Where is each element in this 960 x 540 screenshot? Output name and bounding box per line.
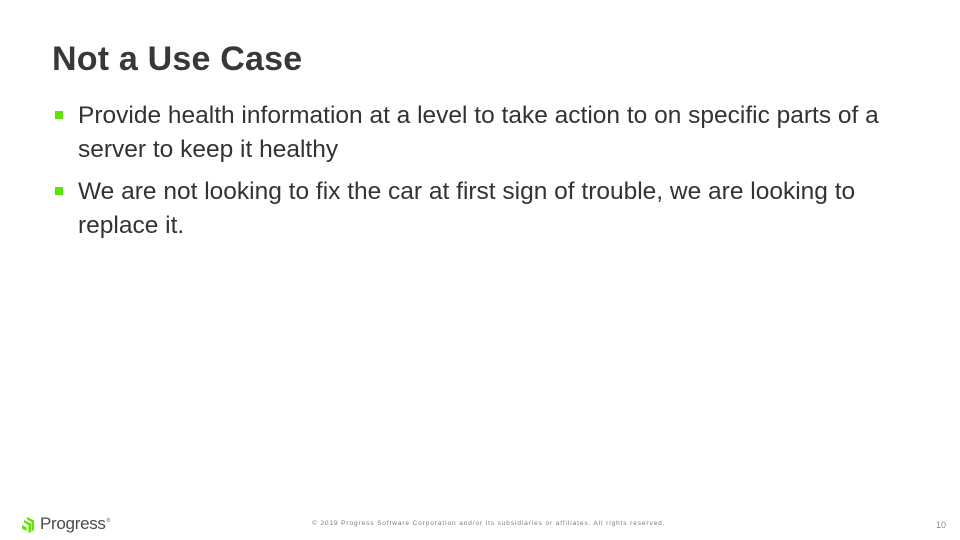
bullet-text: Provide health information at a level to…	[78, 102, 879, 163]
logo-text: Progress	[40, 514, 106, 533]
square-bullet-icon	[55, 187, 63, 195]
progress-logo-icon	[22, 517, 34, 533]
page-number: 10	[935, 520, 946, 530]
bullet-item: Provide health information at a level to…	[52, 99, 912, 167]
bullet-item: We are not looking to fix the car at fir…	[52, 175, 912, 243]
bullet-list: Provide health information at a level to…	[52, 99, 912, 251]
progress-logo: Progress ®	[22, 512, 110, 536]
bullet-text: We are not looking to fix the car at fir…	[78, 178, 856, 239]
copyright-text: © 2019 Progress Software Corporation and…	[312, 520, 666, 527]
square-bullet-icon	[55, 111, 63, 119]
slide-title: Not a Use Case	[52, 40, 303, 78]
registered-mark: ®	[106, 518, 111, 524]
